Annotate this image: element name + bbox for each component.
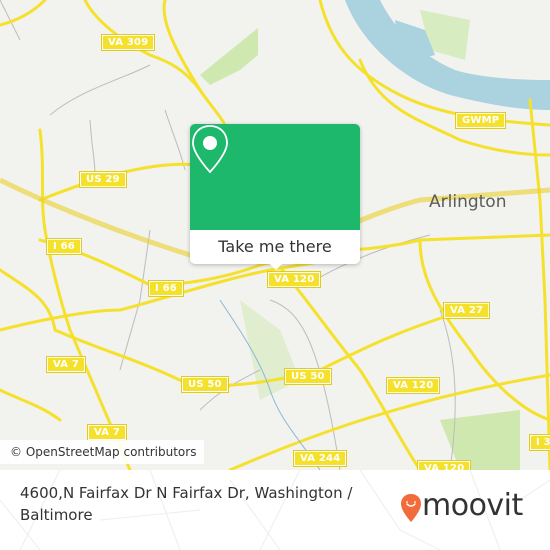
road-shield-gwmp: GWMP [454,112,507,129]
map-canvas[interactable]: Arlington VA 309 US 29 I 66 I 66 VA 120 … [0,0,550,470]
moovit-wordmark: moovit [422,488,523,523]
moovit-pin-icon [401,494,421,522]
road-shield-us29: US 29 [79,171,127,188]
road-shield-va309: VA 309 [100,34,156,51]
road-shield-i66: I 66 [46,238,82,255]
road-shield-va120: VA 120 [416,460,472,470]
park-area [200,28,258,85]
road-shield-va120: VA 120 [385,377,441,394]
road-shield-i3: I 3 [529,434,550,451]
map-attribution[interactable]: © OpenStreetMap contributors [0,440,205,464]
popup-header [190,124,360,230]
destination-popup[interactable]: Take me there [190,124,360,270]
popup-tail [268,262,284,270]
map-pin-icon [192,125,228,174]
road-shield-va7: VA 7 [86,424,128,441]
city-label-arlington: Arlington [429,192,507,212]
moovit-logo[interactable]: moovit [400,488,540,530]
road-shield-va120: VA 120 [266,271,322,288]
road-shield-us50: US 50 [181,376,229,393]
road-shield-i66: I 66 [148,280,184,297]
road-shield-va244: VA 244 [292,450,348,467]
footer: 4600,N Fairfax Dr N Fairfax Dr, Washingt… [0,470,550,550]
road-shield-va7: VA 7 [45,356,87,373]
road-shield-us50: US 50 [284,368,332,385]
road-shield-va27: VA 27 [442,302,491,319]
address-text: 4600,N Fairfax Dr N Fairfax Dr, Washingt… [20,484,353,524]
take-me-there-button[interactable]: Take me there [190,230,360,264]
